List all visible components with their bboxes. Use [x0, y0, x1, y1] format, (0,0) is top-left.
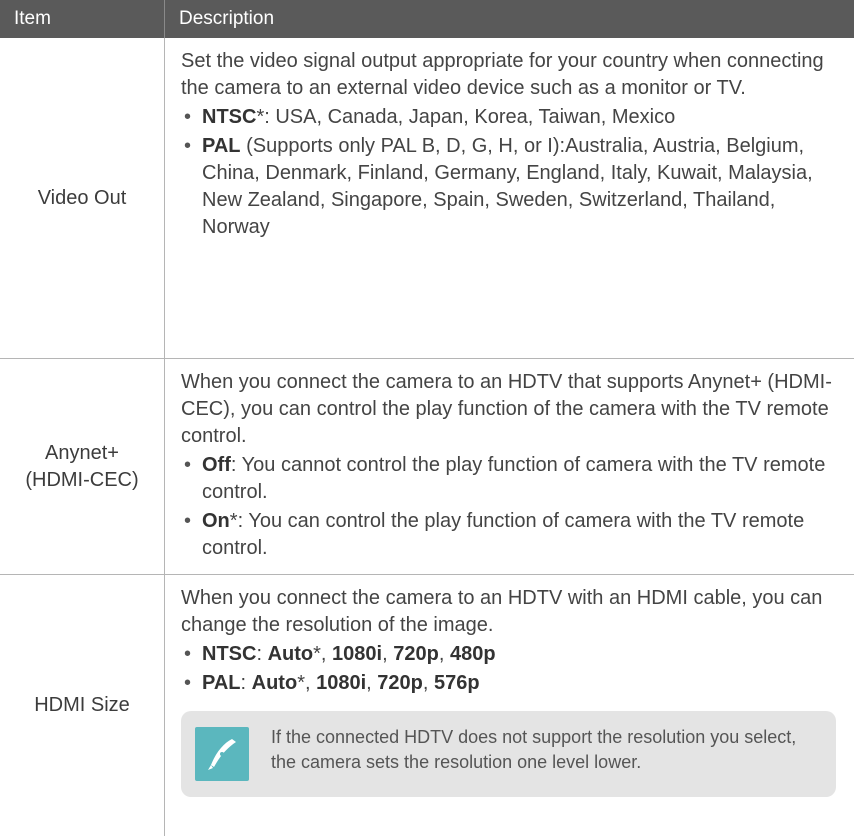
separator: : — [256, 643, 268, 665]
option-value: 720p — [377, 672, 423, 694]
item-label-line2: (HDMI-CEC) — [25, 468, 139, 491]
default-mark: * — [313, 643, 321, 665]
option-term: NTSC — [202, 643, 257, 665]
list-item: On*: You can control the play function o… — [181, 508, 842, 562]
table-row-anynet: Anynet+ (HDMI-CEC) When you connect the c… — [0, 359, 854, 575]
option-value: 480p — [449, 643, 496, 665]
option-list: Off: You cannot control the play functio… — [181, 452, 842, 562]
item-label: Video Out — [37, 186, 127, 209]
list-item: NTSC*: USA, Canada, Japan, Korea, Taiwan… — [181, 104, 842, 131]
table-row-hdmi-size: HDMI Size When you connect the camera to… — [0, 575, 854, 836]
pen-note-icon — [195, 727, 249, 781]
table-row-video-out: Video Out Set the video signal output ap… — [0, 38, 854, 359]
description-intro: Set the video signal output appropriate … — [181, 50, 824, 99]
option-value: Auto — [251, 672, 298, 694]
description-cell: Set the video signal output appropriate … — [165, 38, 854, 358]
item-cell: Video Out — [0, 38, 165, 358]
settings-table: Item Description Video Out Set the video… — [0, 0, 854, 836]
option-term: PAL — [202, 135, 241, 157]
option-value: 720p — [393, 643, 439, 665]
pen-note-icon-glyph — [208, 739, 236, 770]
default-mark: * — [229, 510, 238, 532]
option-list: NTSC: Auto*, 1080i, 720p, 480p PAL: Auto… — [181, 641, 842, 697]
item-label-line1: Anynet+ — [45, 441, 119, 464]
description-intro: When you connect the camera to an HDTV t… — [181, 371, 832, 447]
table-header: Item Description — [0, 0, 854, 38]
header-item: Item — [0, 0, 165, 38]
option-value: Auto — [267, 643, 314, 665]
list-item: Off: You cannot control the play functio… — [181, 452, 842, 506]
description-cell: When you connect the camera to an HDTV w… — [165, 575, 854, 836]
header-description: Description — [179, 8, 275, 29]
separator: : — [240, 672, 252, 694]
option-list: NTSC*: USA, Canada, Japan, Korea, Taiwan… — [181, 104, 842, 241]
settings-table-page: Item Description Video Out Set the video… — [0, 0, 856, 836]
option-text: : You can control the play function of c… — [202, 510, 805, 559]
item-label: HDMI Size — [34, 694, 130, 716]
default-mark: * — [297, 672, 305, 694]
description-cell: When you connect the camera to an HDTV t… — [165, 359, 854, 574]
list-item: PAL (Supports only PAL B, D, G, H, or I)… — [181, 133, 842, 241]
description-intro: When you connect the camera to an HDTV w… — [181, 587, 823, 636]
item-label: Anynet+ (HDMI-CEC) — [25, 440, 138, 494]
note-box: If the connected HDTV does not support t… — [181, 711, 836, 797]
option-value: 1080i — [332, 643, 383, 665]
option-term: PAL — [202, 672, 241, 694]
item-cell: HDMI Size — [0, 575, 165, 836]
option-term: On — [202, 510, 230, 532]
note-text: If the connected HDTV does not support t… — [271, 727, 797, 772]
option-text: : USA, Canada, Japan, Korea, Taiwan, Mex… — [264, 106, 676, 128]
list-item: PAL: Auto*, 1080i, 720p, 576p — [181, 670, 842, 697]
option-value: 576p — [434, 672, 480, 694]
option-text: : You cannot control the play function o… — [202, 454, 826, 503]
option-text: (Supports only PAL B, D, G, H, or I):Aus… — [202, 135, 813, 238]
option-value: 1080i — [316, 672, 367, 694]
item-cell: Anynet+ (HDMI-CEC) — [0, 359, 165, 574]
option-term: NTSC — [202, 106, 257, 128]
list-item: NTSC: Auto*, 1080i, 720p, 480p — [181, 641, 842, 668]
option-term: Off — [202, 454, 231, 476]
